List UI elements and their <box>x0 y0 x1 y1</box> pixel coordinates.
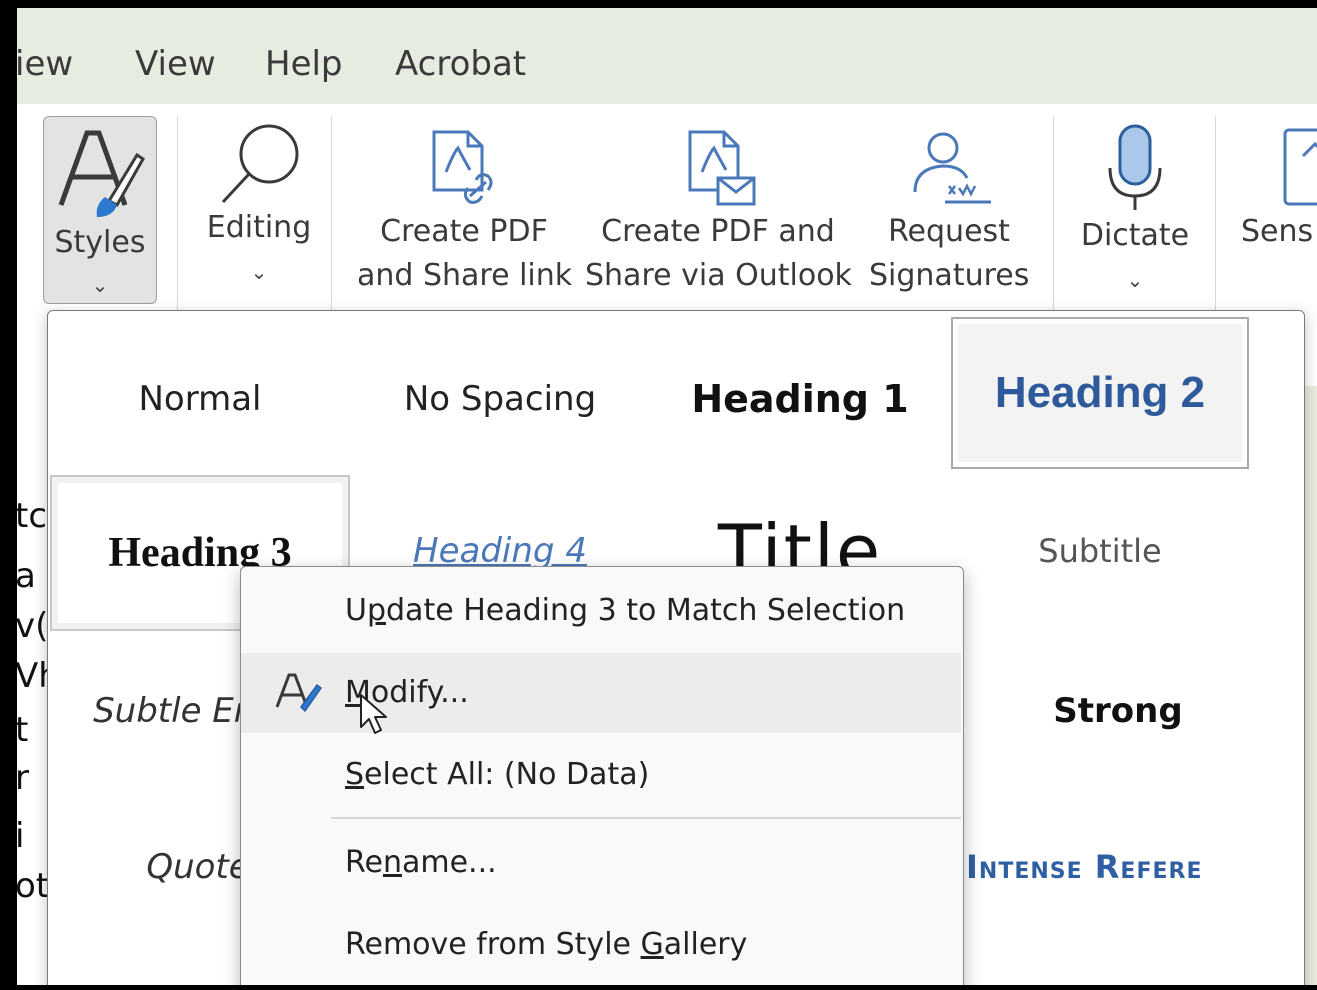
ribbon-separator <box>1053 116 1054 312</box>
request-signatures-line2: Signatures <box>869 258 1030 293</box>
pdf-link-icon <box>432 130 493 204</box>
create-pdf-share-link-button[interactable]: Create PDF and Share link <box>357 126 573 298</box>
styles-label: Styles <box>54 225 146 260</box>
create-pdf-outlook-line1: Create PDF and <box>601 214 835 249</box>
ribbon-separator <box>177 116 178 312</box>
document-text-fragment: i <box>15 816 25 856</box>
document-text-fragment: r <box>15 758 29 798</box>
document-text-fragment: ot <box>15 866 50 906</box>
style-intense-reference[interactable]: Intense Refere <box>966 797 1266 937</box>
request-signatures-line1: Request <box>888 214 1010 249</box>
request-signatures-button[interactable]: Request Signatures <box>869 126 1029 298</box>
style-subtitle[interactable]: Subtitle <box>950 481 1250 621</box>
document-text-fragment: t <box>15 710 29 750</box>
create-pdf-share-link-line2: and Share link <box>357 258 573 293</box>
document-text-fragment: tc <box>15 496 48 536</box>
styles-icon <box>58 130 145 217</box>
styles-button[interactable]: Styles ⌄ <box>43 116 157 304</box>
sensitivity-icon <box>1283 128 1317 206</box>
document-text-fragment: a <box>15 556 36 596</box>
document-margin <box>1305 386 1317 985</box>
style-normal[interactable]: Normal <box>50 329 350 469</box>
chevron-down-icon: ⌄ <box>250 260 268 284</box>
dictate-button[interactable]: Dictate ⌄ <box>1067 122 1203 302</box>
dictate-label: Dictate <box>1080 218 1190 253</box>
tab-review[interactable]: iew <box>17 44 73 84</box>
mouse-cursor-icon <box>360 694 387 734</box>
sensitivity-label: Sens <box>1241 214 1314 249</box>
modify-style-icon <box>275 673 323 713</box>
editing-label: Editing <box>206 210 312 245</box>
style-strong[interactable]: Strong <box>968 641 1268 781</box>
menu-item-select-all[interactable]: Select All: (No Data) <box>241 735 961 815</box>
app-window: iew View Help Acrobat Styles ⌄ Editing ⌄ <box>0 0 1317 990</box>
menu-bar: iew View Help Acrobat <box>17 8 1317 104</box>
chevron-down-icon: ⌄ <box>1126 268 1144 292</box>
menu-item-modify[interactable]: Modify... <box>241 653 961 734</box>
ribbon-separator <box>1215 116 1216 312</box>
style-heading-1[interactable]: Heading 1 <box>650 329 950 469</box>
tab-help[interactable]: Help <box>265 44 343 84</box>
sensitivity-button[interactable]: Sens <box>1241 126 1317 254</box>
create-pdf-outlook-button[interactable]: Create PDF and Share via Outlook <box>585 126 852 298</box>
style-no-spacing[interactable]: No Spacing <box>350 329 650 469</box>
ribbon-separator <box>331 116 332 312</box>
tab-view[interactable]: View <box>135 44 216 84</box>
microphone-icon <box>1108 124 1162 210</box>
tab-acrobat[interactable]: Acrobat <box>395 44 526 84</box>
menu-separator <box>331 817 961 819</box>
menu-item-rename[interactable]: Rename... <box>241 823 961 903</box>
chevron-down-icon: ⌄ <box>91 273 109 297</box>
create-pdf-outlook-line2: Share via Outlook <box>585 258 852 293</box>
search-icon <box>221 124 299 204</box>
menu-item-update-to-match[interactable]: Update Heading 3 to Match Selection <box>241 571 961 651</box>
style-heading-2[interactable]: Heading 2 <box>951 317 1249 469</box>
editing-button[interactable]: Editing ⌄ <box>189 120 329 294</box>
create-pdf-share-link-line1: Create PDF <box>380 214 548 249</box>
menu-item-remove-from-gallery[interactable]: Remove from Style Gallery <box>241 905 961 985</box>
document-text-fragment: v( <box>15 606 49 646</box>
menu-separator <box>331 985 961 987</box>
pdf-mail-icon <box>688 130 756 206</box>
signature-icon <box>913 132 991 204</box>
style-context-menu: Update Heading 3 to Match Selection Modi… <box>240 566 964 987</box>
